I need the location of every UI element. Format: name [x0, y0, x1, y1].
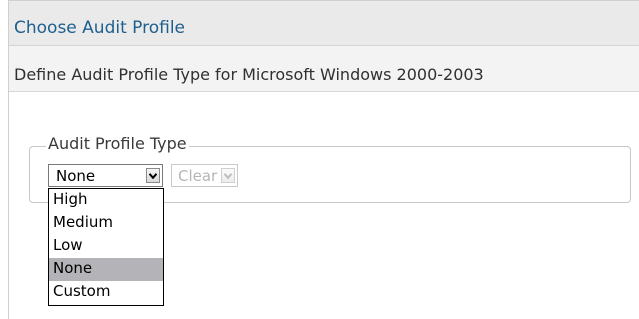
- option-custom[interactable]: Custom: [49, 281, 163, 304]
- option-low[interactable]: Low: [49, 235, 163, 258]
- chevron-down-icon: [149, 173, 157, 179]
- option-none[interactable]: None: [49, 258, 163, 281]
- chevron-down-icon: [224, 173, 232, 179]
- audit-profile-options-list: High Medium Low None Custom: [48, 188, 164, 306]
- clear-select: Clear: [171, 164, 238, 187]
- page-description: Define Audit Profile Type for Microsoft …: [14, 65, 484, 84]
- option-medium[interactable]: Medium: [49, 212, 163, 235]
- dropdown-button[interactable]: [146, 168, 160, 183]
- page-title: Choose Audit Profile: [14, 18, 186, 38]
- clear-select-value: Clear: [178, 167, 218, 185]
- audit-profile-type-value: None: [56, 167, 96, 185]
- audit-profile-type-legend: Audit Profile Type: [46, 134, 189, 153]
- audit-profile-type-select[interactable]: None: [48, 164, 163, 187]
- clear-dropdown-button: [221, 168, 235, 183]
- option-high[interactable]: High: [49, 189, 163, 212]
